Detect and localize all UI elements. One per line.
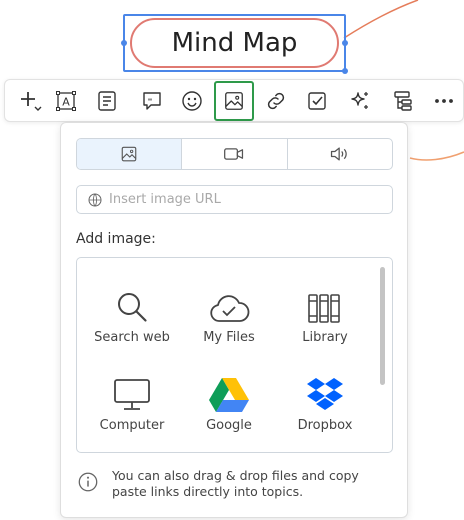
more-button[interactable] [424, 81, 464, 121]
link-icon [267, 92, 285, 110]
plus-icon [21, 92, 42, 111]
smiley-icon [182, 91, 202, 111]
structure-icon [394, 91, 412, 111]
insert-image-panel: Add image: Search web My Files [60, 122, 408, 518]
hint-text: You can also drag & drop files and copy … [112, 468, 359, 499]
tab-audio[interactable] [288, 139, 392, 169]
selection-handle-left[interactable] [121, 40, 127, 46]
source-google[interactable]: Google [179, 364, 279, 446]
task-button[interactable] [297, 81, 337, 121]
branch-line-top [343, 0, 419, 39]
globe-icon [88, 193, 102, 206]
text-frame-icon: A [56, 91, 76, 111]
source-label: Search web [94, 330, 170, 345]
video-camera-icon [224, 148, 244, 160]
comment-button[interactable] [132, 81, 172, 121]
speaker-icon [330, 147, 347, 161]
image-url-field[interactable] [76, 185, 393, 214]
comment-icon [143, 92, 161, 110]
link-button[interactable] [256, 81, 296, 121]
drag-drop-hint: You can also drag & drop files and copy … [76, 468, 396, 500]
sparkle-icon [351, 92, 368, 109]
image-button[interactable] [214, 81, 254, 121]
image-icon [225, 92, 243, 110]
source-label: Library [302, 330, 348, 345]
books-icon [308, 294, 340, 323]
dropbox-icon [307, 378, 343, 410]
selection-handle-bottom-right[interactable] [342, 68, 348, 74]
source-computer[interactable]: Computer [82, 364, 182, 446]
source-my-files[interactable]: My Files [179, 276, 279, 358]
source-label: My Files [203, 330, 255, 345]
tab-video[interactable] [182, 139, 288, 169]
search-icon [118, 293, 147, 322]
source-label: Google [206, 418, 252, 433]
structure-button[interactable] [383, 81, 423, 121]
emoji-button[interactable] [172, 81, 212, 121]
image-source-grid: Search web My Files Library Computer Goo… [76, 257, 393, 453]
note-icon [98, 91, 116, 111]
ai-button[interactable] [340, 81, 380, 121]
source-search-web[interactable]: Search web [82, 276, 182, 358]
source-library[interactable]: Library [275, 276, 375, 358]
google-drive-icon [209, 378, 249, 412]
central-topic[interactable]: Mind Map [130, 18, 339, 68]
tab-image[interactable] [77, 139, 183, 169]
info-icon [78, 472, 98, 492]
source-label: Computer [99, 418, 165, 433]
source-dropbox[interactable]: Dropbox [275, 364, 375, 446]
add-button[interactable] [11, 81, 51, 121]
more-icon [435, 99, 453, 103]
svg-text:A: A [62, 96, 70, 109]
image-url-input[interactable] [109, 192, 379, 207]
media-type-tabs [76, 138, 393, 170]
central-topic-label: Mind Map [171, 28, 298, 58]
selection-handle-right[interactable] [342, 40, 348, 46]
scrollbar[interactable] [380, 267, 385, 385]
source-label: Dropbox [297, 418, 353, 433]
cloud-check-icon [210, 295, 250, 322]
checkbox-icon [308, 92, 326, 110]
branch-line-right [409, 151, 464, 161]
note-button[interactable] [87, 81, 127, 121]
text-frame-button[interactable]: A [46, 81, 86, 121]
monitor-icon [114, 379, 150, 410]
topic-toolbar: A [4, 79, 464, 122]
add-image-label: Add image: [76, 231, 156, 247]
image-icon [121, 146, 137, 162]
